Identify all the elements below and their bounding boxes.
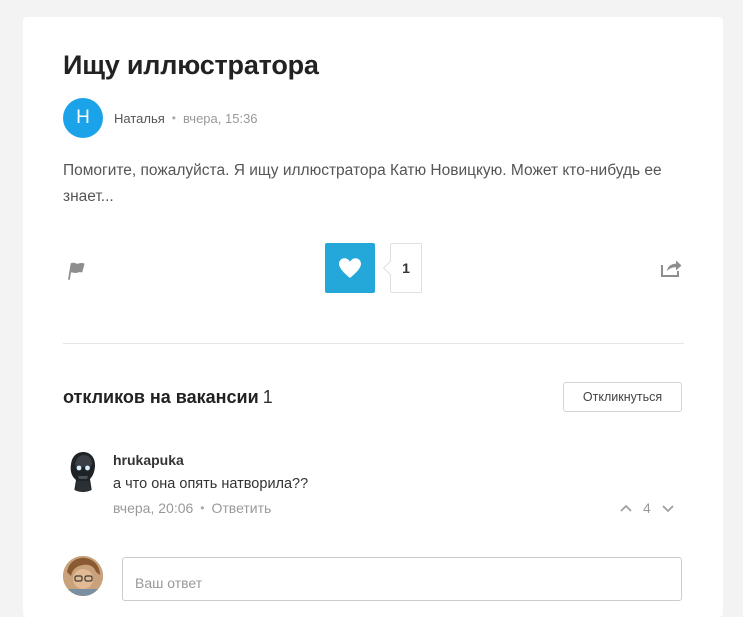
reply-input[interactable] (122, 557, 682, 601)
reply-link[interactable]: Ответить (211, 500, 271, 516)
heart-icon (339, 258, 361, 278)
section-divider (63, 343, 684, 344)
current-user-avatar (63, 556, 103, 596)
like-button[interactable] (325, 243, 375, 293)
post-author: Н Наталья • вчера, 15:36 (63, 98, 258, 138)
chevron-down-icon[interactable] (661, 501, 675, 515)
post-body: Помогите, пожалуйста. Я ищу иллюстратора… (63, 162, 662, 205)
responses-count: 1 (262, 387, 273, 407)
responses-title: откликов на вакансии (63, 387, 259, 407)
post-card: Ищу иллюстратора Н Наталья • вчера, 15:3… (23, 17, 723, 617)
share-button[interactable] (659, 257, 683, 279)
comment-vote: 4 (619, 500, 675, 516)
share-icon (661, 260, 682, 277)
respond-button[interactable]: Откликнуться (563, 382, 682, 412)
comment-time: вчера, 20:06 (113, 500, 194, 516)
like-count: 1 (390, 243, 422, 293)
flag-icon (68, 262, 85, 280)
comment-username[interactable]: hrukapuka (113, 452, 184, 468)
chevron-up-icon[interactable] (619, 501, 633, 515)
author-name[interactable]: Наталья (114, 111, 165, 126)
post-title: Ищу иллюстратора (63, 50, 319, 80)
comment-avatar[interactable] (63, 448, 103, 492)
vote-count: 4 (643, 500, 651, 516)
author-avatar[interactable]: Н (63, 98, 103, 138)
post-time: вчера, 15:36 (182, 110, 258, 126)
meta-separator: • (171, 111, 176, 125)
responses-header: откликов на вакансии 1 (63, 387, 273, 408)
report-button[interactable] (65, 259, 87, 281)
comment-meta: вчера, 20:06 • Ответить (113, 500, 271, 516)
comment-text: а что она опять натворила?? (113, 476, 309, 492)
meta-separator: • (200, 501, 205, 515)
